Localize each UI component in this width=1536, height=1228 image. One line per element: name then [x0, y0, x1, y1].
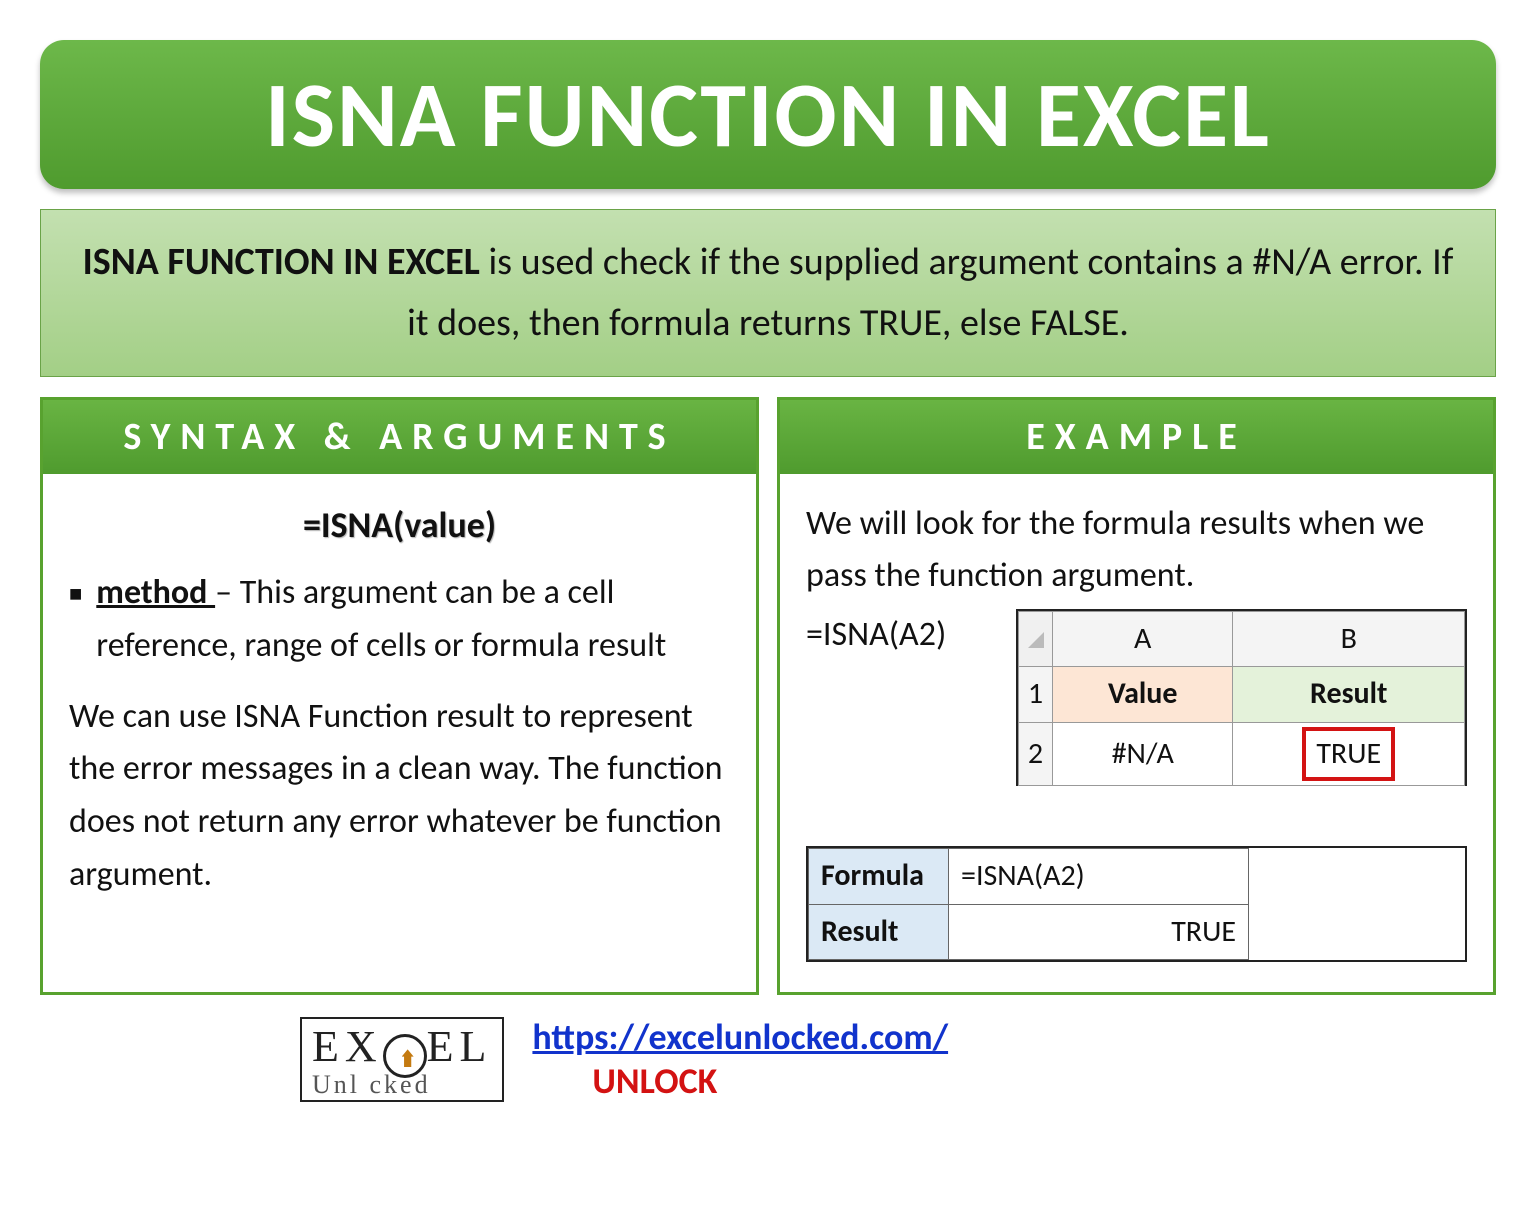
example-formula-sample: =ISNA(A2): [806, 609, 1006, 787]
columns: SYNTAX & ARGUMENTS =ISNA(value) ■ method…: [40, 397, 1496, 996]
example-body: We will look for the formula results whe…: [780, 474, 1493, 993]
description-text: is used check if the supplied argument c…: [407, 239, 1453, 346]
argument-item: ■ method – This argument can be a cell r…: [69, 567, 730, 672]
logo-top: EX EL: [312, 1025, 492, 1073]
logo-text-right: EL: [427, 1022, 493, 1071]
cell-a2: #N/A: [1053, 722, 1233, 786]
syntax-header: SYNTAX & ARGUMENTS: [43, 400, 756, 474]
example-column: EXAMPLE We will look for the formula res…: [777, 397, 1496, 996]
description-box: ISNA FUNCTION IN EXCEL is used check if …: [40, 209, 1496, 377]
example-mini-sheet: A B 1 Value Result 2 #N/A TRUE: [1016, 609, 1467, 787]
row-header-1: 1: [1019, 667, 1053, 723]
footer-link[interactable]: https://excelunlocked.com/: [532, 1015, 948, 1059]
argument-name: method: [96, 572, 215, 613]
bullet-icon: ■: [69, 577, 82, 611]
footer-unlock: UNLOCK: [592, 1059, 717, 1103]
cell-a1: Value: [1053, 667, 1233, 723]
example-header: EXAMPLE: [780, 400, 1493, 474]
logo: EXEL Unl cked: [300, 1017, 504, 1103]
syntax-note: We can use ISNA Function result to repre…: [69, 691, 730, 902]
result-true-highlight: TRUE: [1302, 727, 1395, 782]
example-intro: We will look for the formula results whe…: [806, 498, 1467, 603]
footer-right: https://excelunlocked.com/ UNLOCK: [532, 1015, 948, 1103]
magnifier-icon: [383, 1034, 427, 1078]
result-value: TRUE: [949, 904, 1249, 960]
argument-text: method – This argument can be a cell ref…: [96, 567, 730, 672]
syntax-formula: =ISNA(value): [69, 498, 730, 554]
result-label: Result: [809, 904, 949, 960]
description-bold: ISNA FUNCTION IN EXCEL: [83, 239, 480, 285]
col-header-a: A: [1053, 611, 1233, 667]
col-header-b: B: [1233, 611, 1465, 667]
formula-result-table: Formula =ISNA(A2) Result TRUE: [806, 846, 1467, 962]
cell-b1: Result: [1233, 667, 1465, 723]
logo-text-left: EX: [312, 1022, 383, 1071]
formula-value: =ISNA(A2): [949, 849, 1249, 905]
sheet-corner: [1019, 611, 1053, 667]
syntax-column: SYNTAX & ARGUMENTS =ISNA(value) ■ method…: [40, 397, 759, 996]
syntax-body: =ISNA(value) ■ method – This argument ca…: [43, 474, 756, 993]
cell-b2: TRUE: [1233, 722, 1465, 786]
formula-label: Formula: [809, 849, 949, 905]
footer: EXEL Unl cked https://excelunlocked.com/…: [300, 1015, 1496, 1103]
page-title: ISNA FUNCTION IN EXCEL: [40, 40, 1496, 189]
row-header-2: 2: [1019, 722, 1053, 786]
